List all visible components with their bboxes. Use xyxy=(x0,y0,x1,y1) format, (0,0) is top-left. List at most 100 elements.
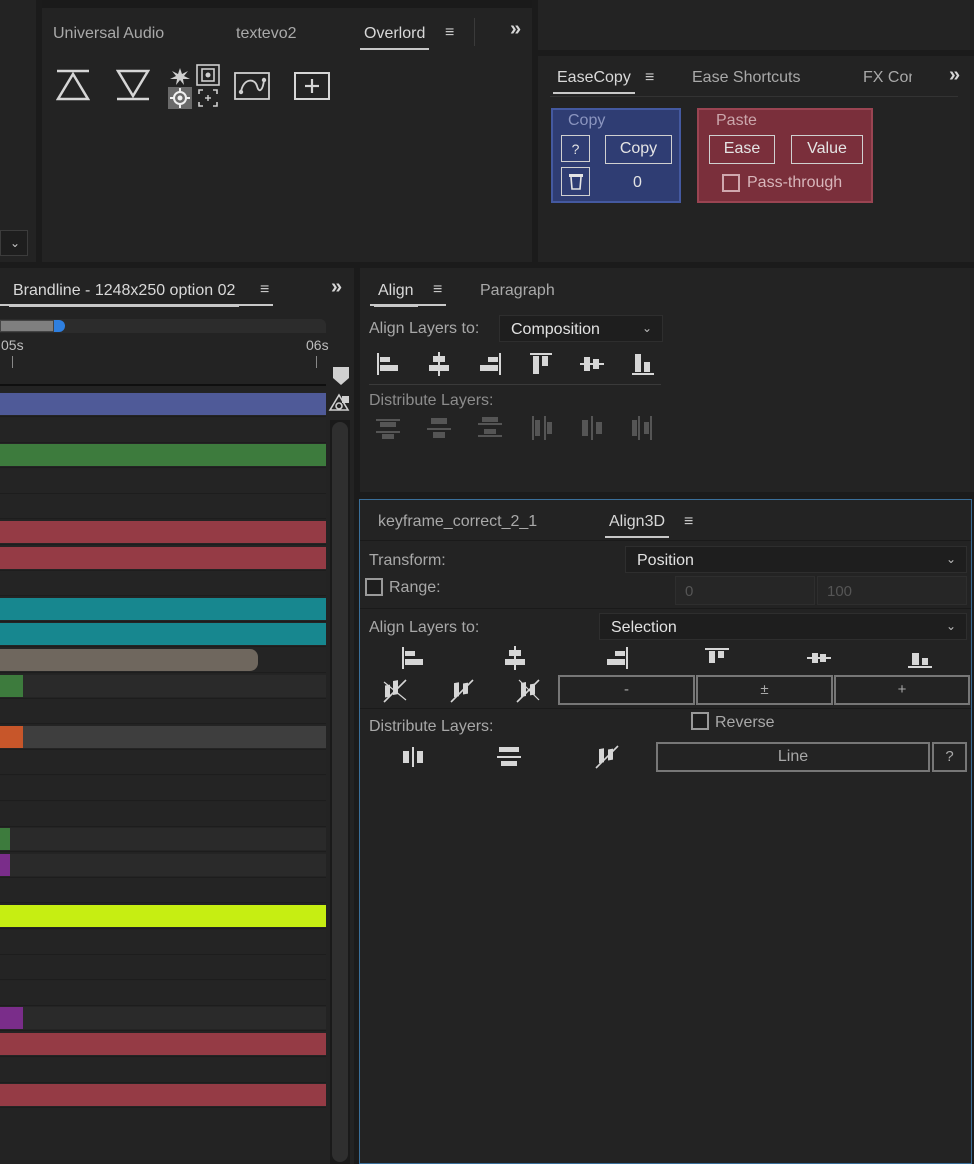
align3d-help-button[interactable]: ? xyxy=(932,742,967,772)
timeline-layer-row[interactable] xyxy=(0,776,326,801)
timeline-layer-row[interactable] xyxy=(0,571,326,597)
tab-paragraph[interactable]: Paragraph xyxy=(480,282,555,300)
nudge-minus-button[interactable]: - xyxy=(558,675,695,705)
timeline-scrollbar[interactable] xyxy=(330,420,350,1164)
timeline-layer-row[interactable] xyxy=(0,417,326,443)
timeline-layer-row[interactable] xyxy=(0,724,326,750)
align-horizontal-center-icon[interactable] xyxy=(426,351,452,377)
reverse-checkbox[interactable] xyxy=(691,712,709,730)
timeline-layer-row[interactable] xyxy=(0,468,326,494)
nudge-plusminus-button[interactable]: ± xyxy=(696,675,833,705)
overlord-push-up-icon[interactable] xyxy=(55,68,91,102)
layer-duration-bar[interactable] xyxy=(0,1033,326,1055)
distribute3d-depth-icon[interactable] xyxy=(594,744,620,770)
explode-icon[interactable] xyxy=(169,66,191,86)
range-checkbox[interactable] xyxy=(365,578,383,596)
layer-duration-bar[interactable] xyxy=(0,649,258,671)
timeline-layer-row[interactable] xyxy=(0,750,326,776)
align3d-horizontal-center-icon[interactable] xyxy=(502,645,528,671)
layer-duration-bar[interactable] xyxy=(0,725,23,748)
work-area-handle[interactable] xyxy=(54,320,65,332)
nudge-plus-button[interactable]: + xyxy=(834,675,970,705)
transform-dropdown[interactable]: Position ⌄ xyxy=(625,546,967,573)
comp-marker-icon[interactable] xyxy=(332,366,350,386)
layer-duration-bar[interactable] xyxy=(0,623,326,646)
work-area-range[interactable] xyxy=(0,320,54,332)
layer-duration-bar[interactable] xyxy=(0,521,326,543)
timeline-layer-row[interactable] xyxy=(0,801,326,827)
layer-duration-bar[interactable] xyxy=(0,597,326,620)
timeline-layer-row[interactable] xyxy=(0,648,326,673)
panel-overflow-icon[interactable]: » xyxy=(331,276,342,299)
panel-menu-icon[interactable]: ≡ xyxy=(445,24,454,42)
path-shape-icon[interactable] xyxy=(233,70,271,102)
copy-help-button[interactable]: ? xyxy=(561,135,590,162)
overlord-push-down-icon[interactable] xyxy=(115,68,151,102)
tab-universal-audio[interactable]: Universal Audio xyxy=(53,25,164,43)
layer-duration-bar[interactable] xyxy=(0,444,326,467)
align-vertical-center-icon[interactable] xyxy=(579,351,605,377)
timeline-layer-row[interactable] xyxy=(0,1057,326,1083)
layer-duration-bar[interactable] xyxy=(0,853,10,876)
panel-overflow-icon[interactable]: » xyxy=(949,64,960,87)
tab-comp-brandline[interactable]: Brandline - 1248x250 option 02 xyxy=(8,282,240,307)
tab-easecopy[interactable]: EaseCopy xyxy=(553,69,635,94)
tab-keyframe-correct[interactable]: keyframe_correct_2_1 xyxy=(378,513,537,531)
range-from-input[interactable]: 0 xyxy=(675,576,815,605)
align-top-icon[interactable] xyxy=(528,351,554,377)
timeline-layer-row[interactable] xyxy=(0,1006,326,1032)
timeline-layer-row[interactable] xyxy=(0,545,326,571)
panel-overflow-icon[interactable]: » xyxy=(510,18,521,41)
left-edge-dropdown[interactable]: ⌄ xyxy=(0,230,28,256)
tab-overlord[interactable]: Overlord xyxy=(359,25,430,50)
layer-duration-bar[interactable] xyxy=(0,1084,326,1107)
align3d-bottom-icon[interactable] xyxy=(907,645,933,671)
align-to-dropdown[interactable]: Composition ⌄ xyxy=(499,315,663,342)
distribute3d-vertical-icon[interactable] xyxy=(496,744,522,770)
timeline-layer-row[interactable] xyxy=(0,520,326,545)
frame-icon[interactable] xyxy=(196,64,220,86)
align3d-left-icon[interactable] xyxy=(400,645,426,671)
crop-icon[interactable] xyxy=(197,88,219,108)
work-area-bar[interactable] xyxy=(0,319,326,333)
timeline-layer-row[interactable] xyxy=(0,443,326,469)
new-comp-icon[interactable] xyxy=(293,71,331,101)
layer-duration-bar[interactable] xyxy=(0,905,326,927)
timeline-layer-row[interactable] xyxy=(0,1083,326,1109)
distribute3d-horizontal-icon[interactable] xyxy=(400,744,426,770)
align3d-to-dropdown[interactable]: Selection ⌄ xyxy=(599,613,967,640)
timeline-layer-row[interactable] xyxy=(0,392,326,417)
timeline-layer-row[interactable] xyxy=(0,1032,326,1057)
timeline-layer-row[interactable] xyxy=(0,878,326,904)
timeline-layer-row[interactable] xyxy=(0,699,326,725)
layer-duration-bar[interactable] xyxy=(0,828,10,851)
align-right-icon[interactable] xyxy=(477,351,503,377)
range-to-input[interactable]: 100 xyxy=(817,576,967,605)
tab-align3d[interactable]: Align3D xyxy=(604,513,670,538)
timeline-layer-row[interactable] xyxy=(0,929,326,955)
target-icon[interactable] xyxy=(168,87,192,109)
copy-button[interactable]: Copy xyxy=(605,135,672,164)
align3d-z-center-icon[interactable] xyxy=(449,678,475,704)
tab-ease-shortcuts[interactable]: Ease Shortcuts xyxy=(692,69,801,87)
timeline-layer-row[interactable] xyxy=(0,904,326,929)
panel-menu-icon[interactable]: ≡ xyxy=(645,69,654,87)
align-left-icon[interactable] xyxy=(375,351,401,377)
layer-duration-bar[interactable] xyxy=(0,393,326,415)
timeline-scroll-thumb[interactable] xyxy=(332,422,348,1162)
timeline-layer-row[interactable] xyxy=(0,494,326,520)
layer-duration-bar[interactable] xyxy=(0,546,326,569)
align3d-z-front-icon[interactable] xyxy=(515,678,541,704)
timeline-layer-row[interactable] xyxy=(0,827,326,853)
align3d-right-icon[interactable] xyxy=(604,645,630,671)
trash-icon[interactable] xyxy=(561,167,590,196)
align-bottom-icon[interactable] xyxy=(630,351,656,377)
paste-ease-button[interactable]: Ease xyxy=(709,135,775,164)
timeline-layer-row[interactable] xyxy=(0,980,326,1006)
tab-align[interactable]: Align xyxy=(374,282,418,307)
align3d-z-back-icon[interactable] xyxy=(382,678,408,704)
timeline-layer-row[interactable] xyxy=(0,673,326,699)
tab-textevo2[interactable]: textevo2 xyxy=(236,25,296,43)
passthrough-checkbox[interactable] xyxy=(722,174,740,192)
timeline-layer-row[interactable] xyxy=(0,852,326,878)
